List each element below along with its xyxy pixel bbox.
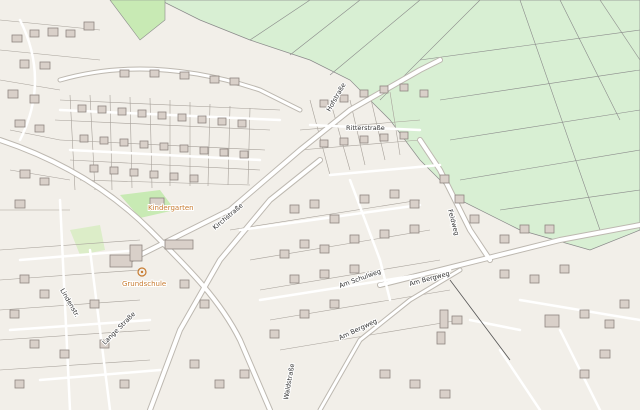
street-label-west: Lindenstr. bbox=[58, 287, 81, 319]
poi-label-kindergarten: Kindergarten bbox=[148, 204, 194, 212]
street-label-top: Ritterstraße bbox=[346, 124, 385, 132]
street-label-center: Am Schulweg bbox=[338, 267, 382, 290]
map-canvas: Ritterstraße Hofstraße Kirchstraße Am Be… bbox=[0, 0, 640, 410]
street-label-bottom: Waldstraße bbox=[282, 363, 296, 400]
street-label-southwest: Lange Straße bbox=[101, 310, 137, 346]
poi-label-school: Grundschule bbox=[122, 280, 166, 288]
school-icon[interactable] bbox=[137, 267, 147, 277]
map-view[interactable]: Ritterstraße Hofstraße Kirchstraße Am Be… bbox=[0, 0, 640, 410]
grass-patches bbox=[70, 0, 175, 255]
